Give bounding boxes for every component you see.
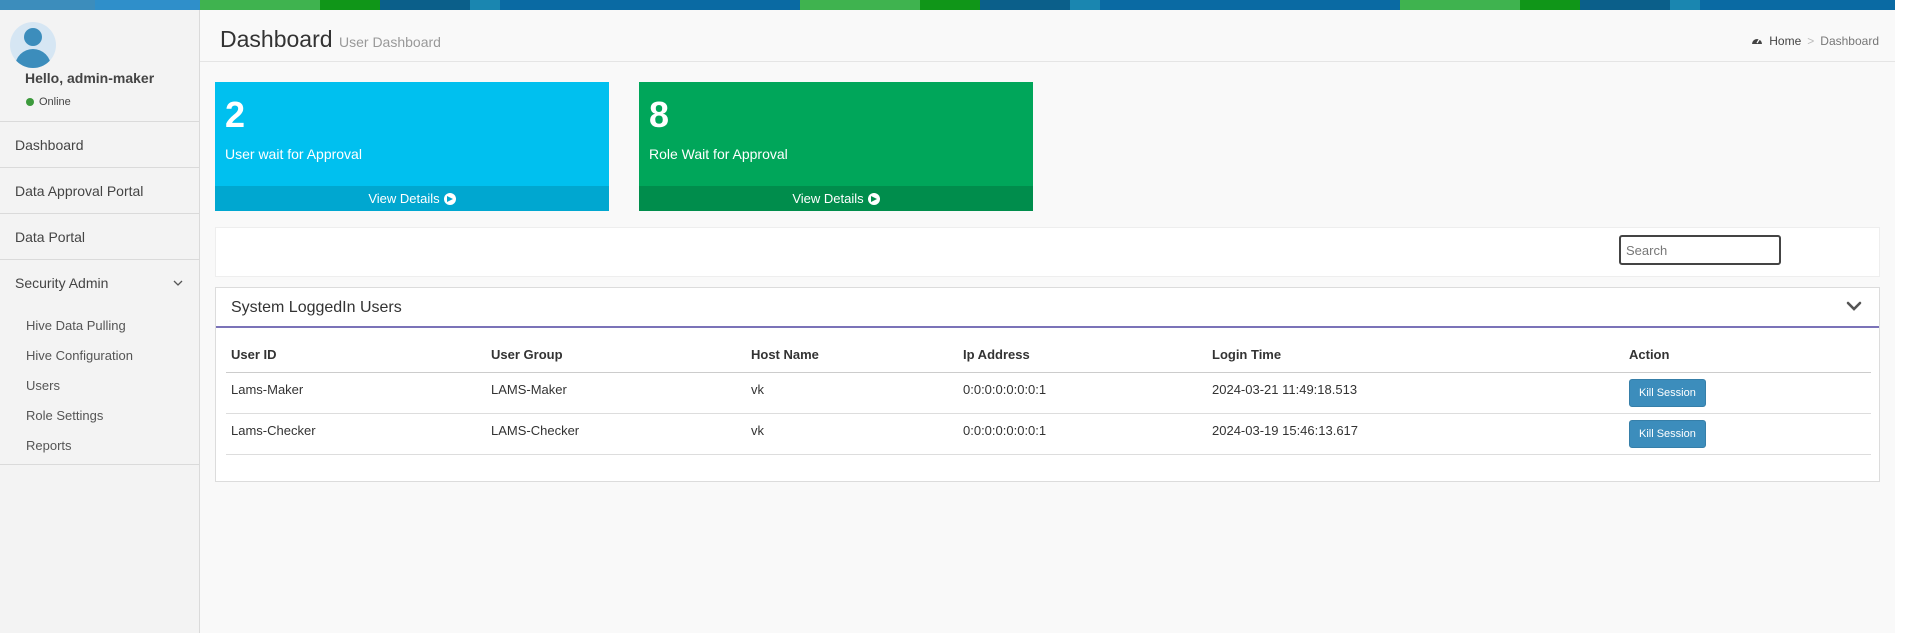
sidebar-item-security-admin[interactable]: Security Admin [0,260,199,306]
cell-host-name: vk [746,372,958,414]
view-details-label: View Details [792,191,864,206]
content-header: Dashboard User Dashboard Home > Dashboar… [200,10,1895,62]
submenu-item-label: Role Settings [26,407,104,423]
sidebar: Hello, admin-maker Online Dashboard Data… [0,10,200,633]
page-subtitle: User Dashboard [339,34,441,50]
page-title: Dashboard [220,26,333,52]
user-panel: Hello, admin-maker Online [0,10,199,122]
submenu-item-label: Hive Configuration [26,347,133,363]
chevron-down-icon [173,280,183,286]
user-approval-label: User wait for Approval [225,146,362,162]
panel-header: System LoggedIn Users [216,288,1879,328]
security-admin-submenu: Hive Data Pulling Hive Configuration Use… [0,306,199,465]
search-input[interactable] [1619,235,1781,265]
breadcrumb-separator: > [1807,34,1815,48]
sidebar-item-label: Data Portal [15,228,86,245]
search-bar [215,227,1880,277]
submenu-item-label: Reports [26,437,72,453]
avatar [10,22,56,68]
cell-user-id: Lams-Checker [226,413,486,455]
submenu-item-hive-data-pulling[interactable]: Hive Data Pulling [0,310,199,340]
column-header-login-time: Login Time [1207,338,1624,373]
sidebar-item-label: Data Approval Portal [15,182,144,199]
table-row: Lams-Maker LAMS-Maker vk 0:0:0:0:0:0:0:1… [226,372,1871,414]
submenu-item-label: Hive Data Pulling [26,317,126,333]
chevron-down-icon[interactable] [1844,296,1864,316]
breadcrumb: Home > Dashboard [1751,34,1879,48]
online-status-icon [26,98,34,106]
submenu-item-role-settings[interactable]: Role Settings [0,400,199,430]
page-scrollbar[interactable] [1895,0,1919,633]
column-header-host-name: Host Name [746,338,958,373]
role-approval-count: 8 [649,94,670,135]
cell-user-id: Lams-Maker [226,372,486,414]
panel-title: System LoggedIn Users [231,299,402,316]
breadcrumb-home-link[interactable]: Home [1769,34,1801,48]
view-details-label: View Details [368,191,440,206]
cell-action: Kill Session [1624,413,1871,455]
cell-user-group: LAMS-Checker [486,413,746,455]
cell-login-time: 2024-03-21 11:49:18.513 [1207,372,1624,414]
cell-action: Kill Session [1624,372,1871,414]
top-color-strip [0,0,1895,10]
user-approval-box: 2 User wait for Approval View Details [215,82,609,211]
sidebar-item-data-portal[interactable]: Data Portal [0,214,199,260]
table-row: Lams-Checker LAMS-Checker vk 0:0:0:0:0:0… [226,413,1871,455]
cell-ip-address: 0:0:0:0:0:0:0:1 [958,372,1207,414]
role-approval-box: 8 Role Wait for Approval View Details [639,82,1033,211]
user-greeting: Hello, admin-maker [25,70,155,86]
sidebar-item-dashboard[interactable]: Dashboard [0,122,199,168]
dashboard-icon [1752,38,1763,44]
logged-in-users-table: User ID User Group Host Name Ip Address … [226,338,1871,455]
arrow-circle-right-icon [867,192,880,205]
submenu-item-users[interactable]: Users [0,370,199,400]
submenu-item-reports[interactable]: Reports [0,430,199,460]
kill-session-button[interactable]: Kill Session [1629,419,1706,448]
sidebar-item-data-approval-portal[interactable]: Data Approval Portal [0,168,199,214]
cell-ip-address: 0:0:0:0:0:0:0:1 [958,413,1207,455]
column-header-ip-address: Ip Address [958,338,1207,373]
breadcrumb-current: Dashboard [1820,34,1879,48]
user-status-label: Online [39,96,71,108]
main-content: Dashboard User Dashboard Home > Dashboar… [200,10,1895,633]
submenu-item-hive-configuration[interactable]: Hive Configuration [0,340,199,370]
table-header-row: User ID User Group Host Name Ip Address … [226,338,1871,373]
user-approval-count: 2 [225,94,246,135]
sidebar-item-label: Dashboard [15,136,84,153]
user-approval-view-details-link[interactable]: View Details [215,186,609,211]
column-header-action: Action [1624,338,1871,373]
role-approval-label: Role Wait for Approval [649,146,788,162]
column-header-user-group: User Group [486,338,746,373]
submenu-item-label: Users [26,377,60,393]
arrow-circle-right-icon [443,192,456,205]
kill-session-button[interactable]: Kill Session [1629,378,1706,407]
role-approval-view-details-link[interactable]: View Details [639,186,1033,211]
user-status: Online [26,96,71,108]
cell-user-group: LAMS-Maker [486,372,746,414]
cell-host-name: vk [746,413,958,455]
cell-login-time: 2024-03-19 15:46:13.617 [1207,413,1624,455]
logged-in-users-panel: System LoggedIn Users User ID User Group… [215,287,1880,482]
sidebar-item-label: Security Admin [15,275,109,291]
column-header-user-id: User ID [226,338,486,373]
